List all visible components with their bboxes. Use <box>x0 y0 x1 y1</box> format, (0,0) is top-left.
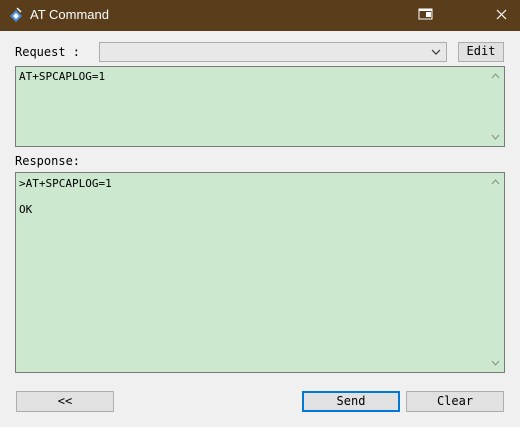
scroll-up-icon <box>491 73 500 79</box>
response-line-2: OK <box>19 203 33 216</box>
response-scrollbar[interactable] <box>487 173 504 372</box>
close-icon <box>496 9 507 20</box>
scroll-down-icon <box>491 134 500 140</box>
request-label: Request : <box>15 45 81 59</box>
request-textarea[interactable]: AT+SPCAPLOG=1 <box>15 66 505 147</box>
restore-button[interactable] <box>404 0 448 31</box>
request-text: AT+SPCAPLOG=1 <box>19 70 106 83</box>
response-line-1: >AT+SPCAPLOG=1 <box>19 177 112 190</box>
close-button[interactable] <box>482 0 520 31</box>
response-textarea[interactable]: >AT+SPCAPLOG=1 OK <box>15 172 505 373</box>
response-label: Response: <box>15 154 81 168</box>
at-command-app-icon <box>10 7 22 22</box>
chevron-down-icon <box>431 49 441 55</box>
send-button[interactable]: Send <box>302 391 400 412</box>
scroll-down-icon <box>491 360 500 366</box>
title-bar[interactable]: AT Command <box>0 0 520 31</box>
scroll-up-icon <box>491 179 500 185</box>
clear-button[interactable]: Clear <box>406 391 504 412</box>
request-scrollbar[interactable] <box>487 67 504 146</box>
window-title: AT Command <box>30 7 109 22</box>
back-button[interactable]: << <box>16 391 114 412</box>
edit-button[interactable]: Edit <box>458 42 504 62</box>
restore-window-icon <box>418 8 433 20</box>
request-dropdown[interactable] <box>99 42 447 62</box>
